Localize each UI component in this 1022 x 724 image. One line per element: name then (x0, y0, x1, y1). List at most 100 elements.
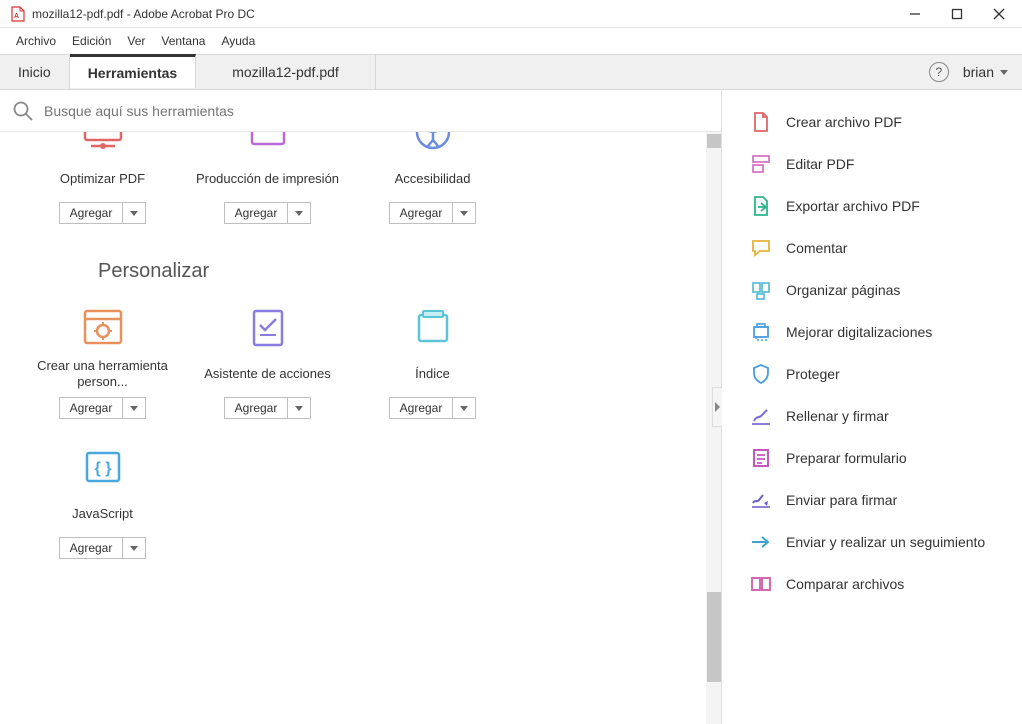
chevron-down-icon[interactable] (453, 203, 475, 223)
ritem-edit-pdf[interactable]: Editar PDF (746, 146, 1012, 182)
scrollbar[interactable] (706, 132, 721, 724)
export-pdf-icon (750, 195, 772, 217)
ritem-export-pdf[interactable]: Exportar archivo PDF (746, 188, 1012, 224)
tab-document[interactable]: mozilla12-pdf.pdf (196, 55, 376, 89)
send-sign-icon (750, 489, 772, 511)
ritem-label: Exportar archivo PDF (786, 198, 920, 214)
add-button[interactable]: Agregar (389, 397, 477, 419)
tab-bar: Inicio Herramientas mozilla12-pdf.pdf ? … (0, 54, 1022, 90)
ritem-label: Organizar páginas (786, 282, 900, 298)
user-menu[interactable]: brian (963, 64, 1008, 80)
ritem-fill-sign[interactable]: Rellenar y firmar (746, 398, 1012, 434)
menu-bar: Archivo Edición Ver Ventana Ayuda (0, 28, 1022, 54)
menu-archivo[interactable]: Archivo (10, 32, 62, 50)
maximize-button[interactable] (950, 7, 964, 21)
add-button[interactable]: Agregar (224, 397, 312, 419)
comment-icon (750, 237, 772, 259)
menu-edicion[interactable]: Edición (66, 32, 117, 50)
tab-home[interactable]: Inicio (0, 55, 70, 89)
create-pdf-icon (750, 111, 772, 133)
right-panel: Crear archivo PDF Editar PDF Exportar ar… (722, 90, 1022, 724)
optimize-pdf-icon (79, 132, 127, 156)
tab-tools[interactable]: Herramientas (70, 54, 197, 88)
chevron-down-icon[interactable] (123, 538, 145, 558)
tool-print-production[interactable]: Producción de impresión Agregar (185, 132, 350, 242)
ritem-compare[interactable]: Comparar archivos (746, 566, 1012, 602)
tool-custom-tool[interactable]: Crear una herramienta person... Agregar (20, 297, 185, 437)
search-row (0, 90, 721, 132)
chevron-right-icon (715, 402, 720, 412)
organize-icon (750, 279, 772, 301)
add-button[interactable]: Agregar (59, 537, 147, 559)
search-input[interactable] (44, 103, 709, 119)
ritem-label: Editar PDF (786, 156, 854, 172)
minimize-button[interactable] (908, 7, 922, 21)
ritem-label: Mejorar digitalizaciones (786, 324, 932, 340)
action-wizard-icon (244, 303, 292, 351)
chevron-down-icon[interactable] (288, 398, 310, 418)
tool-label: Crear una herramienta person... (26, 357, 179, 391)
add-button[interactable]: Agregar (224, 202, 312, 224)
tool-javascript[interactable]: { } JavaScript Agregar (20, 437, 185, 577)
tool-label: Asistente de acciones (191, 357, 344, 391)
scroll-thumb[interactable] (707, 592, 721, 682)
tool-action-wizard[interactable]: Asistente de acciones Agregar (185, 297, 350, 437)
index-icon (409, 303, 457, 351)
tools-panel: Optimizar PDF Agregar Producción de impr… (0, 90, 722, 724)
user-name: brian (963, 64, 994, 80)
ritem-label: Preparar formulario (786, 450, 907, 466)
search-icon (12, 100, 34, 122)
add-button[interactable]: Agregar (59, 397, 147, 419)
custom-tool-icon (79, 303, 127, 351)
ritem-prepare-form[interactable]: Preparar formulario (746, 440, 1012, 476)
svg-text:{ }: { } (94, 460, 111, 477)
scroll-up-icon[interactable] (707, 134, 721, 148)
app-icon: A (10, 6, 26, 22)
collapse-handle[interactable] (712, 387, 722, 427)
ritem-label: Crear archivo PDF (786, 114, 902, 130)
ritem-protect[interactable]: Proteger (746, 356, 1012, 392)
ritem-enhance[interactable]: Mejorar digitalizaciones (746, 314, 1012, 350)
send-track-icon (750, 531, 772, 553)
help-icon[interactable]: ? (929, 62, 949, 82)
menu-ventana[interactable]: Ventana (155, 32, 211, 50)
tool-label: Accesibilidad (356, 162, 509, 196)
ritem-label: Comentar (786, 240, 847, 256)
form-icon (750, 447, 772, 469)
fill-sign-icon (750, 405, 772, 427)
protect-icon (750, 363, 772, 385)
ritem-send-sign[interactable]: Enviar para firmar (746, 482, 1012, 518)
add-button[interactable]: Agregar (59, 202, 147, 224)
menu-ver[interactable]: Ver (121, 32, 151, 50)
ritem-send-track[interactable]: Enviar y realizar un seguimiento (746, 524, 1012, 560)
tool-index[interactable]: Índice Agregar (350, 297, 515, 437)
print-production-icon (244, 132, 292, 156)
ritem-comment[interactable]: Comentar (746, 230, 1012, 266)
window-title: mozilla12-pdf.pdf - Adobe Acrobat Pro DC (32, 7, 255, 21)
chevron-down-icon[interactable] (123, 203, 145, 223)
javascript-icon: { } (79, 443, 127, 491)
ritem-organize[interactable]: Organizar páginas (746, 272, 1012, 308)
chevron-down-icon[interactable] (123, 398, 145, 418)
close-button[interactable] (992, 7, 1006, 21)
chevron-down-icon (1000, 70, 1008, 75)
add-button[interactable]: Agregar (389, 202, 477, 224)
menu-ayuda[interactable]: Ayuda (215, 32, 261, 50)
svg-text:A: A (14, 13, 19, 20)
tool-label: JavaScript (26, 497, 179, 531)
chevron-down-icon[interactable] (453, 398, 475, 418)
title-bar: A mozilla12-pdf.pdf - Adobe Acrobat Pro … (0, 0, 1022, 28)
tool-accessibility[interactable]: Accesibilidad Agregar (350, 132, 515, 242)
chevron-down-icon[interactable] (288, 203, 310, 223)
ritem-label: Enviar y realizar un seguimiento (786, 534, 985, 550)
tool-label: Índice (356, 357, 509, 391)
accessibility-icon (409, 132, 457, 156)
tool-label: Optimizar PDF (26, 162, 179, 196)
edit-pdf-icon (750, 153, 772, 175)
compare-icon (750, 573, 772, 595)
ritem-label: Rellenar y firmar (786, 408, 889, 424)
tool-label: Producción de impresión (191, 162, 344, 196)
section-personalizar: Personalizar (0, 242, 721, 297)
tool-optimize-pdf[interactable]: Optimizar PDF Agregar (20, 132, 185, 242)
ritem-create-pdf[interactable]: Crear archivo PDF (746, 104, 1012, 140)
